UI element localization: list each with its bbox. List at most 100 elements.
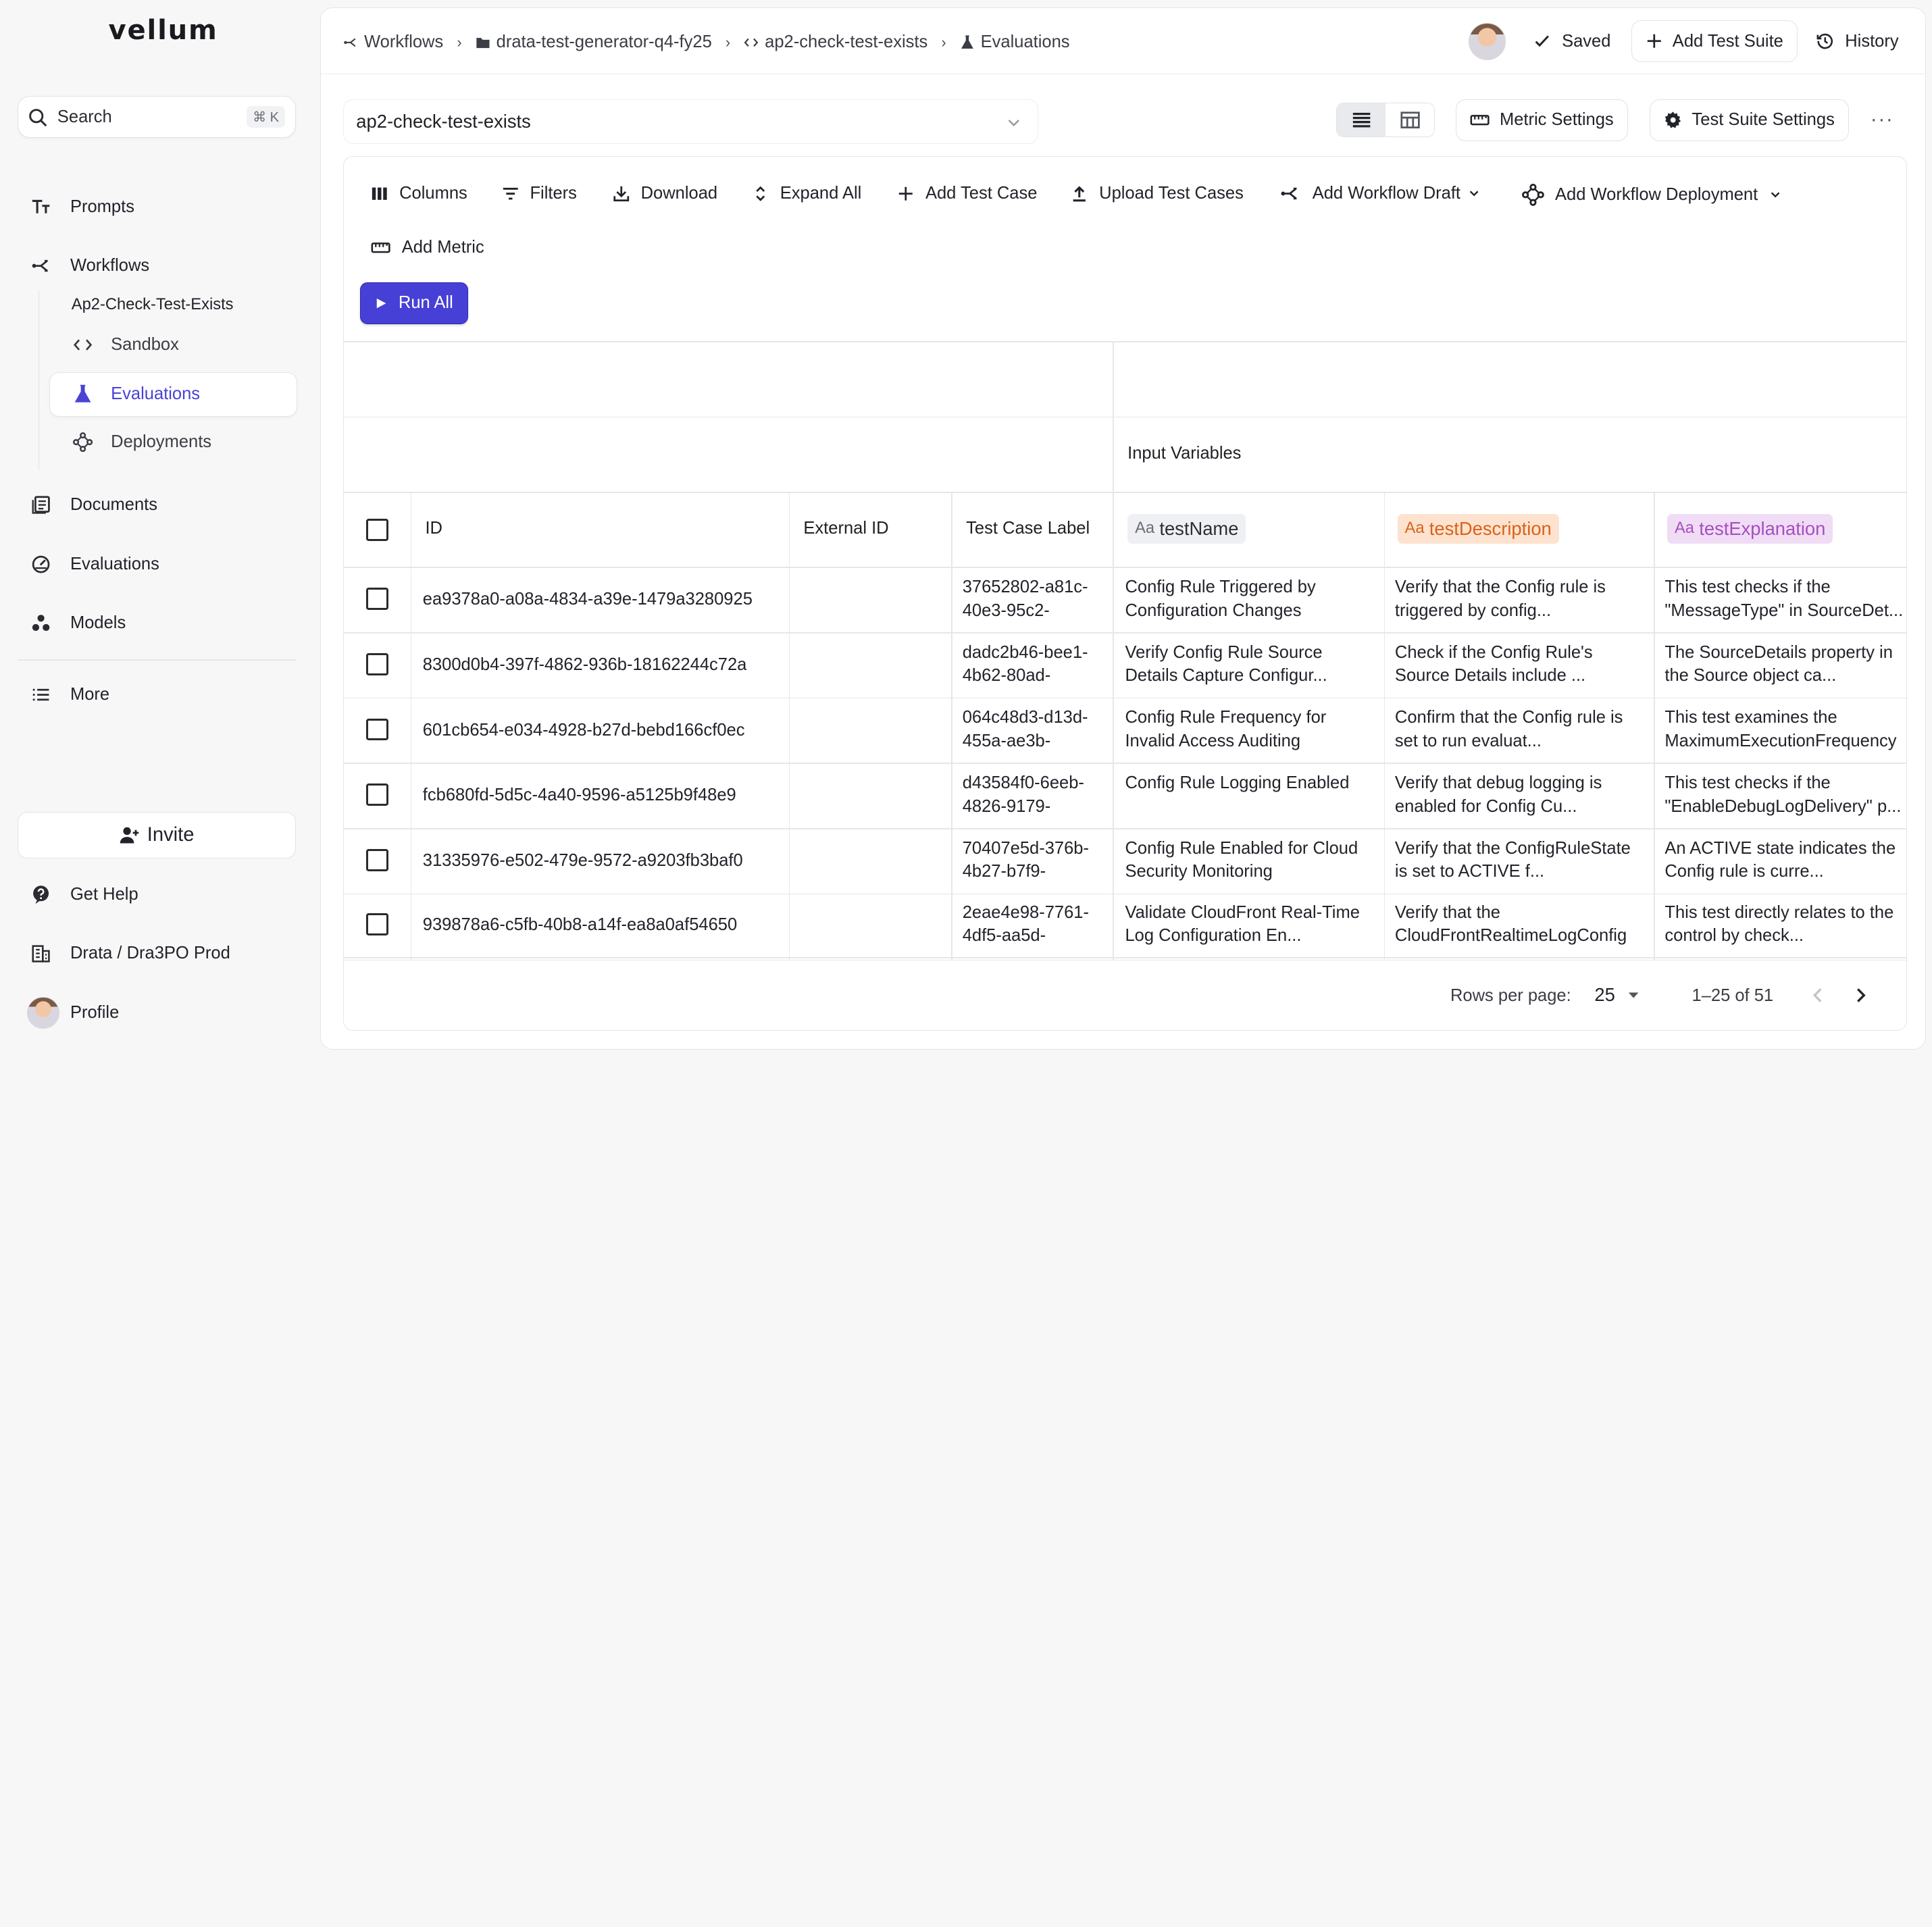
row-checkbox[interactable]: [365, 783, 388, 806]
chevron-right-icon[interactable]: [1852, 985, 1870, 1005]
column-header-test-name[interactable]: Aa testName: [1127, 513, 1246, 544]
sidebar-item-models[interactable]: Models: [30, 609, 126, 638]
column-header-test-description[interactable]: Aa testDescription: [1397, 513, 1559, 544]
column-divider: [1383, 491, 1386, 960]
search-icon: [29, 108, 47, 126]
invite-button[interactable]: Invite: [17, 812, 296, 859]
history-label: History: [1845, 31, 1899, 51]
cell-test-description: Verify that the CloudFrontRealtimeLogCon…: [1394, 902, 1627, 946]
column-header-external-id[interactable]: External ID: [803, 519, 888, 538]
metric-settings-button[interactable]: Metric Settings: [1456, 99, 1628, 141]
chevron-down-icon: [1771, 192, 1780, 198]
cell-test-description: Confirm that the Config rule is set to r…: [1394, 708, 1623, 750]
row-checkbox[interactable]: [365, 588, 388, 611]
column-header-test-explanation[interactable]: Aa testExplanation: [1667, 513, 1833, 544]
table-view-button[interactable]: [1386, 103, 1434, 136]
columns-button[interactable]: Columns: [371, 184, 467, 203]
pagination-bar: Rows per page: 25 1–25 of 51: [344, 960, 1906, 1030]
filters-label: Filters: [530, 183, 577, 203]
list-view-icon: [1352, 113, 1370, 128]
saved-status: Saved: [1530, 20, 1615, 63]
sidebar-item-workflow-name[interactable]: Ap2-Check-Test-Exists: [72, 296, 234, 314]
cell-id: fcb680fd-5d5c-4a40-9596-a5125b9f48e9: [422, 786, 736, 805]
metric-settings-label: Metric Settings: [1499, 110, 1614, 130]
row-checkbox[interactable]: [365, 718, 388, 741]
sidebar-item-get-help[interactable]: Get Help: [30, 879, 138, 909]
sidebar-item-label: Evaluations: [70, 554, 159, 573]
column-header-id[interactable]: ID: [425, 519, 442, 538]
expand-all-button[interactable]: Expand All: [752, 184, 861, 203]
breadcrumb-folder[interactable]: drata-test-generator-q4-fy25: [476, 32, 712, 52]
ruler-icon: [1470, 115, 1490, 126]
add-workflow-draft-label: Add Workflow Draft: [1312, 184, 1461, 203]
documents-icon: [30, 494, 52, 516]
flask-icon: [72, 383, 94, 405]
row-checkbox[interactable]: [365, 848, 388, 871]
column-header-test-case-label[interactable]: Test Case Label: [966, 519, 1090, 538]
table-border: [344, 632, 1906, 634]
filters-button[interactable]: Filters: [502, 184, 577, 203]
cell-test-name: Config Rule Triggered by Configuration C…: [1125, 577, 1316, 620]
sidebar-item-prompts[interactable]: Prompts: [30, 192, 134, 222]
chevron-left-icon[interactable]: [1809, 985, 1827, 1005]
cell-test-description: Verify that debug logging is enabled for…: [1394, 773, 1602, 816]
column-divider: [951, 491, 953, 960]
add-workflow-deployment-label: Add Workflow Deployment: [1555, 184, 1758, 204]
cell-id: 939878a6-c5fb-40b8-a14f-ea8a0af54650: [422, 915, 738, 934]
cell-id: ea9378a0-a08a-4834-a39e-1479a3280925: [422, 590, 753, 609]
sidebar-item-profile[interactable]: Profile: [27, 996, 119, 1029]
sidebar-item-sandbox[interactable]: Sandbox: [72, 334, 179, 356]
add-metric-button[interactable]: Add Metric: [371, 238, 484, 257]
sidebar-item-evaluations[interactable]: Evaluations: [30, 550, 159, 580]
search-bar[interactable]: Search ⌘ K: [17, 96, 296, 138]
add-test-suite-button[interactable]: Add Test Suite: [1631, 20, 1798, 63]
sidebar-item-deployments[interactable]: Deployments: [72, 431, 211, 453]
test-suite-settings-label: Test Suite Settings: [1692, 110, 1835, 130]
add-workflow-deployment-button[interactable]: Add Workflow Deployment: [1521, 183, 1781, 206]
test-suite-select[interactable]: ap2-check-test-exists: [343, 99, 1038, 144]
breadcrumb-workflows[interactable]: Workflows: [343, 32, 443, 52]
row-checkbox[interactable]: [365, 652, 388, 675]
caret-down-icon: [1628, 992, 1639, 998]
column-divider: [788, 491, 790, 960]
add-test-case-button[interactable]: Add Test Case: [897, 184, 1037, 203]
download-button[interactable]: Download: [613, 184, 717, 203]
cell-test-explanation: An ACTIVE state indicates the Config rul…: [1664, 838, 1896, 881]
search-label: Search: [57, 107, 112, 126]
upload-test-cases-button[interactable]: Upload Test Cases: [1071, 184, 1244, 203]
add-metric-label: Add Metric: [401, 238, 484, 257]
run-all-button[interactable]: Run All: [359, 282, 469, 324]
top-bar: Workflows › drata-test-generator-q4-fy25…: [321, 8, 1925, 75]
breadcrumb-workflow[interactable]: ap2-check-test-exists: [744, 32, 927, 52]
sidebar-item-workflows[interactable]: Workflows: [30, 251, 149, 281]
history-button[interactable]: History: [1802, 20, 1913, 63]
vellum-logo[interactable]: vellum: [109, 15, 218, 46]
sidebar-item-org[interactable]: Drata / Dra3PO Prod: [30, 939, 230, 969]
add-test-suite-label: Add Test Suite: [1672, 31, 1783, 51]
table-border: [344, 697, 1906, 699]
table-border: [344, 957, 1906, 959]
pagination-range: 1–25 of 51: [1692, 986, 1774, 1006]
select-all-checkbox[interactable]: [365, 519, 388, 541]
sidebar-item-label: Workflows: [70, 256, 150, 276]
workflow-icon: [1281, 187, 1297, 200]
user-avatar[interactable]: [1469, 22, 1506, 60]
sidebar-item-evaluations-sub[interactable]: Evaluations: [72, 383, 200, 405]
table-view-icon: [1400, 111, 1420, 129]
sidebar-item-documents[interactable]: Documents: [30, 490, 157, 520]
sidebar-item-more[interactable]: More: [30, 680, 109, 710]
test-suite-settings-button[interactable]: Test Suite Settings: [1649, 99, 1849, 141]
breadcrumb-label: ap2-check-test-exists: [765, 32, 928, 52]
deployment-icon: [1521, 183, 1544, 206]
table-border: [344, 763, 1906, 765]
suite-controls: ap2-check-test-exists Metric Settings Te…: [343, 99, 1906, 156]
cell-test-explanation: The SourceDetails property in the Source…: [1664, 642, 1893, 686]
rows-per-page-select[interactable]: 25: [1594, 984, 1639, 1006]
columns-label: Columns: [399, 183, 467, 203]
more-options-button[interactable]: ···: [1866, 107, 1898, 134]
string-type-icon: Aa: [1674, 519, 1694, 538]
row-checkbox[interactable]: [365, 913, 388, 935]
chevron-right-icon: ›: [725, 33, 731, 51]
add-workflow-draft-button[interactable]: Add Workflow Draft: [1279, 184, 1480, 203]
list-view-button[interactable]: [1337, 103, 1386, 137]
